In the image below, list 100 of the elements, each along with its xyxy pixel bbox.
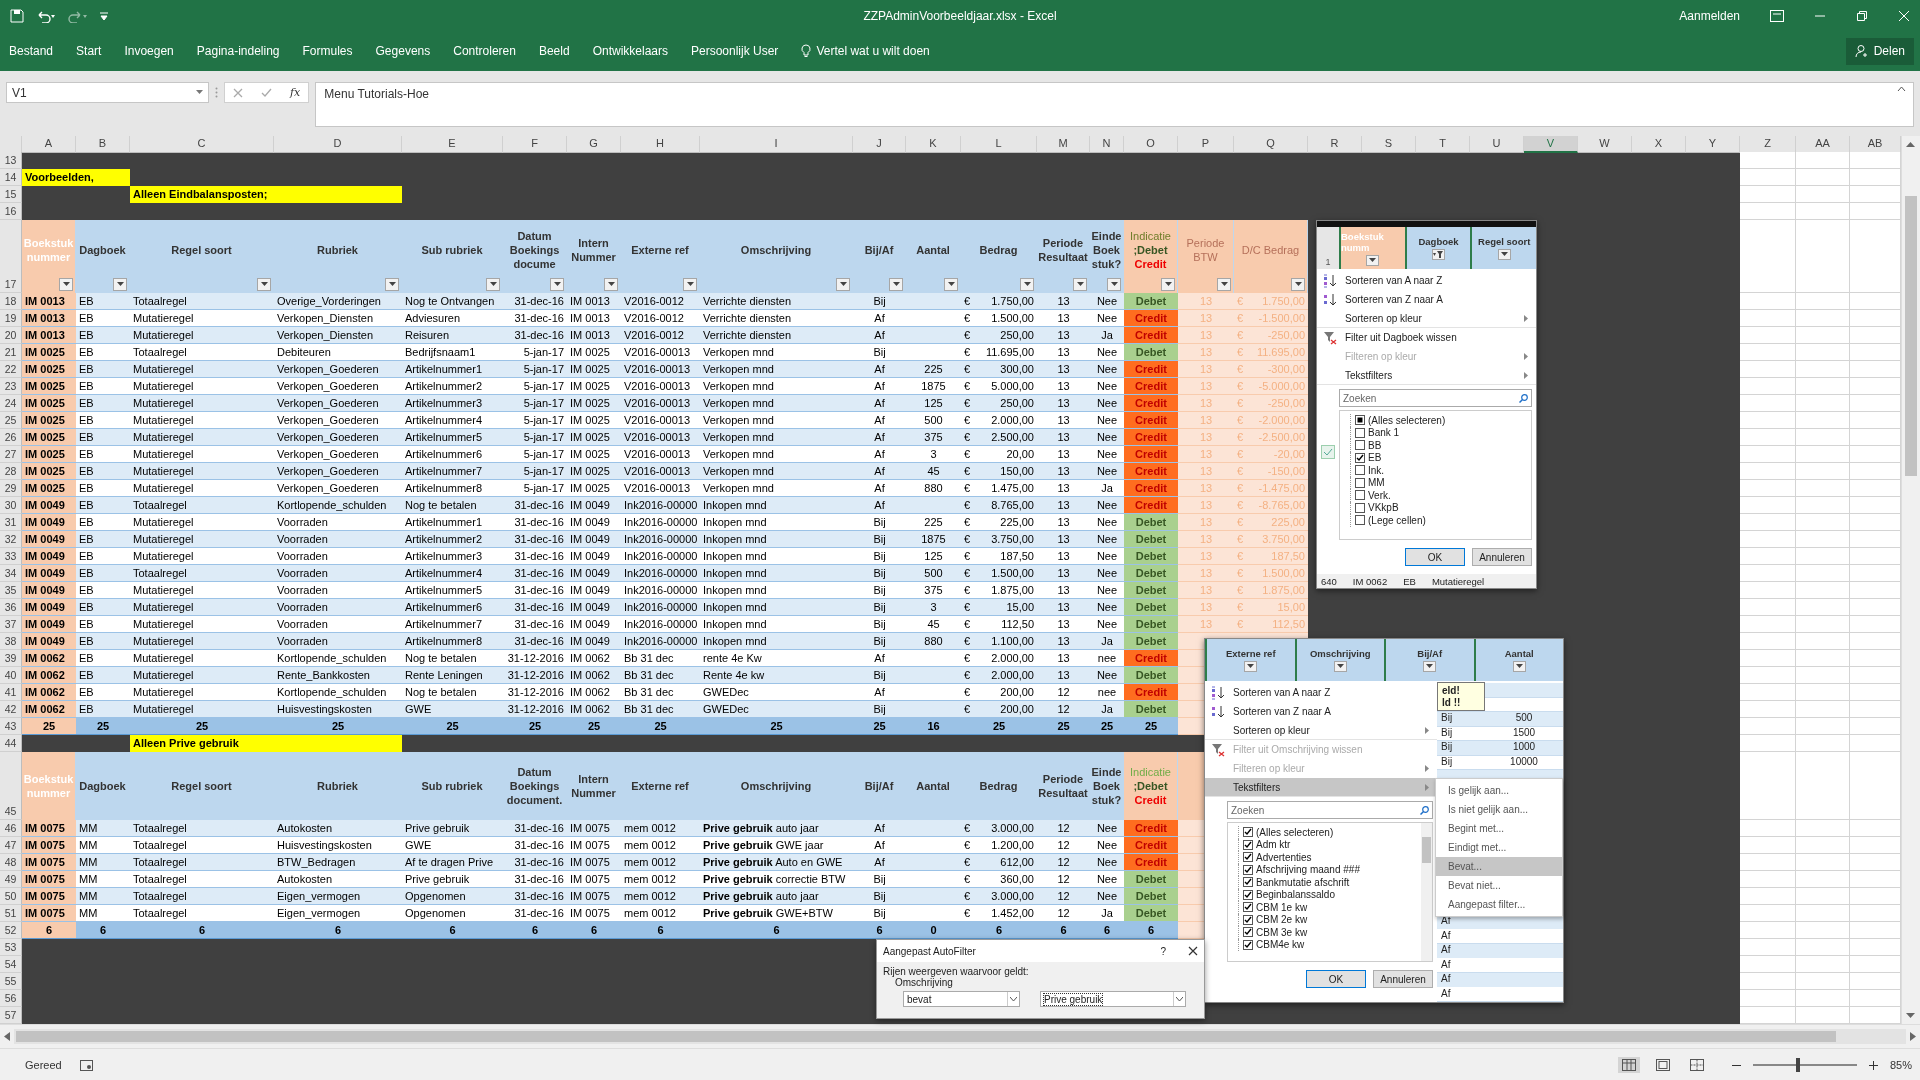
scrollbar-thumb[interactable] bbox=[16, 1031, 1836, 1042]
zoom-in-icon[interactable] bbox=[1868, 1060, 1878, 1070]
ribbon-tab[interactable]: Invoegen bbox=[124, 44, 174, 58]
filter-dropdown-button[interactable] bbox=[1073, 278, 1087, 291]
menu-item[interactable]: Is gelijk aan... bbox=[1436, 781, 1562, 800]
menu-item[interactable]: Sorteren van Z naar A bbox=[1205, 702, 1437, 721]
value-field[interactable]: Prive gebruik bbox=[1040, 991, 1186, 1007]
ribbon-tab[interactable]: Beeld bbox=[538, 44, 570, 58]
filter-dropdown-button[interactable] bbox=[550, 278, 564, 291]
column-letter[interactable]: E bbox=[402, 136, 503, 153]
filter-dropdown-button[interactable] bbox=[1366, 254, 1380, 266]
column-letter[interactable]: W bbox=[1578, 136, 1632, 153]
view-button[interactable] bbox=[1617, 1057, 1640, 1073]
filter-dropdown-button[interactable] bbox=[385, 278, 399, 291]
filter-dropdown-button[interactable] bbox=[1423, 661, 1437, 672]
column-letter[interactable]: S bbox=[1362, 136, 1416, 153]
name-box[interactable]: V1 bbox=[6, 82, 209, 103]
ribbon-tab[interactable]: Pagina-indeling bbox=[196, 44, 280, 58]
column-letter[interactable]: T bbox=[1416, 136, 1470, 153]
filter-dropdown-button[interactable] bbox=[113, 278, 127, 291]
column-letter[interactable]: V bbox=[1524, 136, 1578, 153]
checkbox[interactable] bbox=[1243, 864, 1253, 875]
filter-dropdown-button[interactable] bbox=[486, 278, 500, 291]
column-letter[interactable]: J bbox=[853, 136, 906, 153]
column-letter[interactable]: A bbox=[22, 136, 76, 153]
ok-button[interactable]: OK bbox=[1405, 548, 1465, 566]
menu-item[interactable]: Aangepast filter... bbox=[1436, 895, 1562, 914]
customize-icon[interactable] bbox=[100, 10, 108, 21]
checkbox[interactable] bbox=[1243, 839, 1253, 850]
filter-dropdown-button[interactable] bbox=[1333, 661, 1347, 672]
checkbox[interactable] bbox=[1243, 939, 1253, 950]
checkbox[interactable] bbox=[1355, 452, 1365, 463]
ribbon-display-icon[interactable] bbox=[1770, 9, 1784, 22]
column-letter[interactable]: F bbox=[503, 136, 567, 153]
help-button[interactable]: ? bbox=[1148, 945, 1178, 957]
checkbox[interactable] bbox=[1243, 852, 1253, 863]
ribbon-tab[interactable]: Controleren bbox=[453, 44, 516, 58]
checkbox[interactable] bbox=[1243, 902, 1253, 913]
checkbox[interactable] bbox=[1243, 914, 1253, 925]
column-letter[interactable]: D bbox=[274, 136, 402, 153]
filter-dropdown-button[interactable] bbox=[836, 278, 850, 291]
menu-item[interactable]: Tekstfilters bbox=[1317, 366, 1536, 385]
column-letter[interactable]: Y bbox=[1686, 136, 1740, 153]
search-field[interactable]: Zoeken bbox=[1227, 801, 1433, 819]
column-letter[interactable]: Q bbox=[1234, 136, 1308, 153]
ok-button[interactable]: OK bbox=[1306, 970, 1366, 988]
cancel-button[interactable]: Annuleren bbox=[1472, 548, 1532, 566]
checkbox[interactable] bbox=[1355, 440, 1365, 451]
insert-function-button[interactable]: fx bbox=[290, 86, 301, 99]
tell-me-field[interactable]: Vertel wat u wilt doen bbox=[816, 44, 930, 58]
zoom-slider-thumb[interactable] bbox=[1795, 1058, 1800, 1072]
menu-item[interactable]: Sorteren van A naar Z bbox=[1205, 683, 1437, 702]
column-letter[interactable]: C bbox=[130, 136, 274, 153]
share-button[interactable]: Delen bbox=[1845, 37, 1914, 65]
menu-item[interactable]: Sorteren van A naar Z bbox=[1317, 271, 1536, 290]
checkbox[interactable] bbox=[1355, 490, 1365, 501]
filter-dropdown-button[interactable] bbox=[1497, 249, 1511, 260]
column-letter[interactable]: O bbox=[1124, 136, 1178, 153]
filter-dropdown-button[interactable] bbox=[1244, 661, 1258, 672]
filter-dropdown-button[interactable] bbox=[1161, 278, 1175, 291]
checkbox[interactable] bbox=[1243, 877, 1253, 888]
scrollbar-thumb[interactable] bbox=[1905, 196, 1917, 476]
filter-dropdown-button[interactable] bbox=[889, 278, 903, 291]
ribbon-tab[interactable]: Bestand bbox=[9, 44, 54, 58]
filter-dropdown-button[interactable] bbox=[1512, 661, 1526, 672]
macro-record-icon[interactable] bbox=[79, 1059, 93, 1071]
ribbon-tab[interactable]: Ontwikkelaars bbox=[592, 44, 668, 58]
column-letter[interactable]: I bbox=[700, 136, 853, 153]
sign-in-link[interactable]: Aanmelden bbox=[1679, 8, 1740, 23]
filter-dropdown-button[interactable] bbox=[944, 278, 958, 291]
column-letter[interactable]: L bbox=[961, 136, 1037, 153]
menu-item[interactable]: Filter uit Dagboek wissen bbox=[1317, 328, 1536, 347]
menu-item[interactable]: Bevat niet... bbox=[1436, 876, 1562, 895]
filter-dropdown-button[interactable] bbox=[1217, 278, 1231, 291]
horizontal-scrollbar[interactable] bbox=[0, 1024, 1920, 1048]
restore-icon[interactable] bbox=[1856, 9, 1868, 22]
scroll-down-icon[interactable] bbox=[1906, 1013, 1915, 1019]
column-letter[interactable]: B bbox=[76, 136, 130, 153]
vertical-scrollbar[interactable] bbox=[1901, 136, 1920, 1024]
column-letter[interactable]: M bbox=[1037, 136, 1090, 153]
filter-dropdown-button[interactable] bbox=[59, 278, 73, 291]
filter-dropdown-button[interactable] bbox=[1291, 278, 1305, 291]
menu-item[interactable]: Bevat... bbox=[1436, 857, 1562, 876]
column-letter[interactable]: H bbox=[621, 136, 700, 153]
search-field[interactable]: Zoeken bbox=[1339, 389, 1532, 407]
checkbox[interactable] bbox=[1243, 827, 1253, 838]
scroll-up-icon[interactable] bbox=[1906, 141, 1915, 147]
menu-item[interactable]: Sorteren op kleur bbox=[1317, 309, 1536, 328]
zoom-level[interactable]: 85% bbox=[1889, 1059, 1912, 1071]
scrollbar-thumb[interactable] bbox=[1422, 837, 1431, 863]
ribbon-tab[interactable]: Start bbox=[76, 44, 102, 58]
column-letter[interactable]: G bbox=[567, 136, 621, 153]
menu-item[interactable]: Sorteren van Z naar A bbox=[1317, 290, 1536, 309]
filter-dropdown-button[interactable] bbox=[683, 278, 697, 291]
filter-dropdown-button[interactable] bbox=[257, 278, 271, 291]
column-letter[interactable]: K bbox=[906, 136, 961, 153]
checkbox[interactable] bbox=[1243, 927, 1253, 938]
cancel-button[interactable]: Annuleren bbox=[1373, 970, 1433, 988]
filter-applied-button[interactable] bbox=[1432, 249, 1445, 260]
operator-dropdown[interactable]: bevat bbox=[903, 991, 1020, 1007]
